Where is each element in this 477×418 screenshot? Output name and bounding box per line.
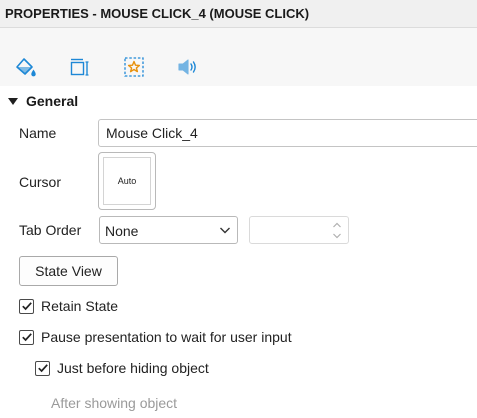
- panel-title: PROPERTIES - MOUSE CLICK_4 (MOUSE CLICK): [0, 0, 477, 28]
- tab-order-label: Tab Order: [19, 222, 82, 238]
- retain-state-option[interactable]: Retain State: [19, 298, 118, 314]
- checkmark-icon: [21, 333, 32, 342]
- tab-order-value: None: [105, 223, 139, 239]
- general-section-header[interactable]: General: [8, 92, 78, 110]
- tab-options[interactable]: [119, 52, 149, 82]
- name-input[interactable]: Mouse Click_4: [98, 119, 477, 147]
- before-hiding-label: Just before hiding object: [57, 360, 209, 376]
- spin-up-icon[interactable]: [332, 221, 342, 229]
- state-view-button[interactable]: State View: [19, 256, 118, 286]
- expand-triangle-icon: [8, 97, 18, 105]
- checkmark-icon: [37, 364, 48, 373]
- pause-presentation-label: Pause presentation to wait for user inpu…: [41, 329, 292, 345]
- section-title: General: [26, 93, 79, 109]
- selected-tab-indicator: [129, 108, 141, 114]
- before-hiding-option[interactable]: Just before hiding object: [35, 360, 209, 376]
- tab-order-select[interactable]: None: [99, 216, 238, 244]
- spin-down-icon[interactable]: [332, 232, 342, 240]
- speaker-audio-icon: [178, 59, 196, 75]
- after-showing-option: After showing object: [51, 395, 177, 411]
- tab-size-position[interactable]: [64, 52, 94, 82]
- tab-order-number-input[interactable]: [249, 216, 349, 244]
- name-label: Name: [19, 125, 57, 141]
- paint-bucket-icon: [16, 58, 36, 77]
- cursor-preview: Auto: [103, 157, 151, 205]
- star-options-icon: [124, 57, 144, 77]
- retain-state-checkbox[interactable]: [19, 298, 34, 314]
- after-showing-label: After showing object: [51, 395, 178, 411]
- pause-presentation-checkbox[interactable]: [19, 329, 34, 345]
- tab-style[interactable]: [11, 52, 41, 82]
- checkmark-icon: [21, 302, 32, 311]
- pause-presentation-option[interactable]: Pause presentation to wait for user inpu…: [19, 329, 292, 345]
- cursor-picker[interactable]: Auto: [98, 152, 156, 210]
- cursor-label: Cursor: [19, 174, 62, 190]
- size-position-icon: [70, 58, 89, 76]
- retain-state-label: Retain State: [41, 298, 119, 314]
- chevron-down-icon: [220, 227, 230, 234]
- before-hiding-checkbox[interactable]: [35, 360, 50, 376]
- tab-audio[interactable]: [173, 52, 203, 82]
- properties-tab-bar: [0, 28, 477, 114]
